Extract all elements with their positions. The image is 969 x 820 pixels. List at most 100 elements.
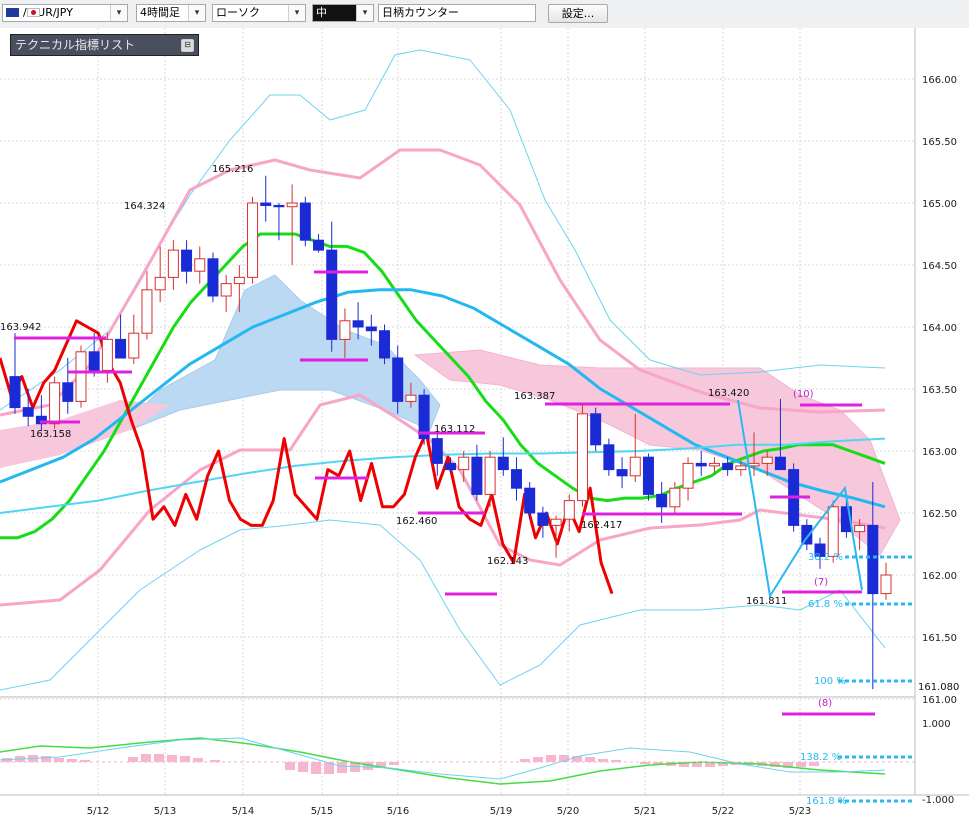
candle-bullish — [141, 289, 153, 334]
chevron-down-icon: ▾ — [356, 5, 373, 21]
candle-bullish — [49, 382, 61, 425]
x-tick-label: 5/16 — [387, 806, 409, 817]
candle-bullish — [128, 332, 140, 359]
candle-bearish — [524, 487, 536, 514]
candle-bullish — [405, 394, 417, 402]
symbol-select[interactable]: / EUR/JPY ▾ — [2, 4, 128, 22]
candle-bullish — [629, 456, 641, 477]
candle-bullish — [458, 456, 470, 471]
oscillator-bar — [128, 757, 138, 762]
y-tick-label: 166.00 — [922, 75, 957, 86]
y-tick-label: 163.50 — [922, 385, 957, 396]
candle-bearish — [326, 249, 338, 340]
candle-bullish — [75, 351, 87, 402]
price-annotation: 161.811 — [746, 596, 787, 607]
price-annotation: 163.942 — [0, 322, 41, 333]
candle-bearish — [497, 456, 509, 471]
y-tick-label: 165.50 — [922, 137, 957, 148]
oscillator-bar — [141, 754, 151, 762]
oscillator-bar — [585, 757, 595, 762]
candle-bullish — [154, 276, 166, 291]
jp-flag-icon — [27, 8, 40, 17]
chart-style-label: ローソク — [216, 6, 260, 19]
x-tick-label: 5/21 — [634, 806, 656, 817]
count-label: (8) — [818, 698, 832, 709]
price-annotation: 163.420 — [708, 388, 749, 399]
panel-toggle-icon[interactable]: ⊟ — [181, 39, 194, 52]
x-tick-label: 5/15 — [311, 806, 333, 817]
oscillator-bar — [54, 758, 64, 762]
chevron-down-icon: ▾ — [288, 5, 305, 21]
candle-bearish — [313, 239, 325, 251]
candle-bearish — [431, 438, 443, 464]
candle-bearish — [365, 326, 377, 332]
candle-bearish — [642, 456, 654, 495]
oscillator-bar — [546, 755, 556, 762]
oscillator-bar — [809, 762, 819, 766]
timeframe-label: 4時間足 — [140, 6, 180, 19]
price-annotation: 161.080 — [918, 682, 959, 693]
oscillator-bar — [154, 754, 164, 762]
size-select[interactable]: 中 ▾ — [312, 4, 374, 22]
y-tick-label: 161.50 — [922, 633, 957, 644]
candle-bullish — [854, 524, 866, 533]
chart-style-select[interactable]: ローソク ▾ — [212, 4, 306, 22]
indicator-list-panel[interactable]: テクニカル指標リスト ⊟ — [10, 34, 199, 56]
candle-bearish — [22, 407, 34, 417]
candle-bullish — [708, 462, 720, 467]
y-tick-label: 161.00 — [922, 695, 957, 706]
toolbar: / EUR/JPY ▾ 4時間足 ▾ ローソク ▾ 中 ▾ 日柄カウンター 設定… — [0, 0, 969, 29]
candle-bearish — [471, 456, 483, 495]
candle-bullish — [748, 462, 760, 467]
candle-bearish — [722, 462, 734, 471]
candle-bearish — [299, 202, 311, 241]
candle-bullish — [167, 249, 179, 278]
candle-bearish — [656, 493, 668, 508]
x-tick-label: 5/14 — [232, 806, 254, 817]
candle-bullish — [194, 258, 206, 272]
x-tick-label: 5/12 — [87, 806, 109, 817]
candle-bearish — [9, 376, 21, 409]
candle-bullish — [576, 413, 588, 502]
candle-bullish — [563, 500, 575, 520]
oscillator-bar — [285, 762, 295, 770]
y-tick-label: 162.00 — [922, 571, 957, 582]
candle-bullish — [247, 202, 259, 278]
y-tick-label: 163.00 — [922, 447, 957, 458]
fibonacci-label: 61.8 % — [808, 599, 843, 610]
indicator-list-title: テクニカル指標リスト — [15, 38, 136, 52]
candle-bullish — [550, 518, 562, 526]
price-chart: 163.942 163.158 164.324 165.216 163.112 162.4… — [0, 28, 969, 820]
counter-field[interactable]: 日柄カウンター — [378, 4, 536, 22]
price-annotation: 163.158 — [30, 429, 71, 440]
candle-bearish — [510, 469, 522, 489]
x-tick-label: 5/20 — [557, 806, 579, 817]
y-tick-label: 165.00 — [922, 199, 957, 210]
candle-bearish — [181, 249, 193, 272]
settings-button[interactable]: 設定... — [548, 4, 608, 23]
y-tick-label: 164.00 — [922, 323, 957, 334]
price-annotation: 162.460 — [396, 516, 437, 527]
price-annotation: 163.112 — [434, 424, 475, 435]
x-tick-label: 5/22 — [712, 806, 734, 817]
oscillator-bar — [796, 762, 806, 767]
oscillator-bar — [311, 762, 321, 774]
x-tick-label: 5/23 — [789, 806, 811, 817]
timeframe-select[interactable]: 4時間足 ▾ — [136, 4, 206, 22]
x-tick-label: 5/13 — [154, 806, 176, 817]
oscillator-bar — [298, 762, 308, 772]
candle-bearish — [352, 320, 364, 328]
candle-bearish — [445, 462, 456, 471]
eu-flag-icon — [6, 8, 19, 17]
fibonacci-label: 161.8 % — [806, 796, 847, 807]
oscillator-bar — [193, 758, 203, 762]
count-label: (7) — [814, 577, 828, 588]
y-tick-label: 164.50 — [922, 261, 957, 272]
candle-bullish — [101, 338, 113, 371]
fibonacci-label: 38.2 % — [808, 552, 843, 563]
candle-bullish — [735, 465, 747, 471]
candle-bullish — [880, 574, 892, 595]
candle-bearish — [88, 351, 100, 371]
oscillator-tick-label: 1.000 — [922, 719, 951, 730]
fibonacci-label: 138.2 % — [800, 752, 841, 763]
